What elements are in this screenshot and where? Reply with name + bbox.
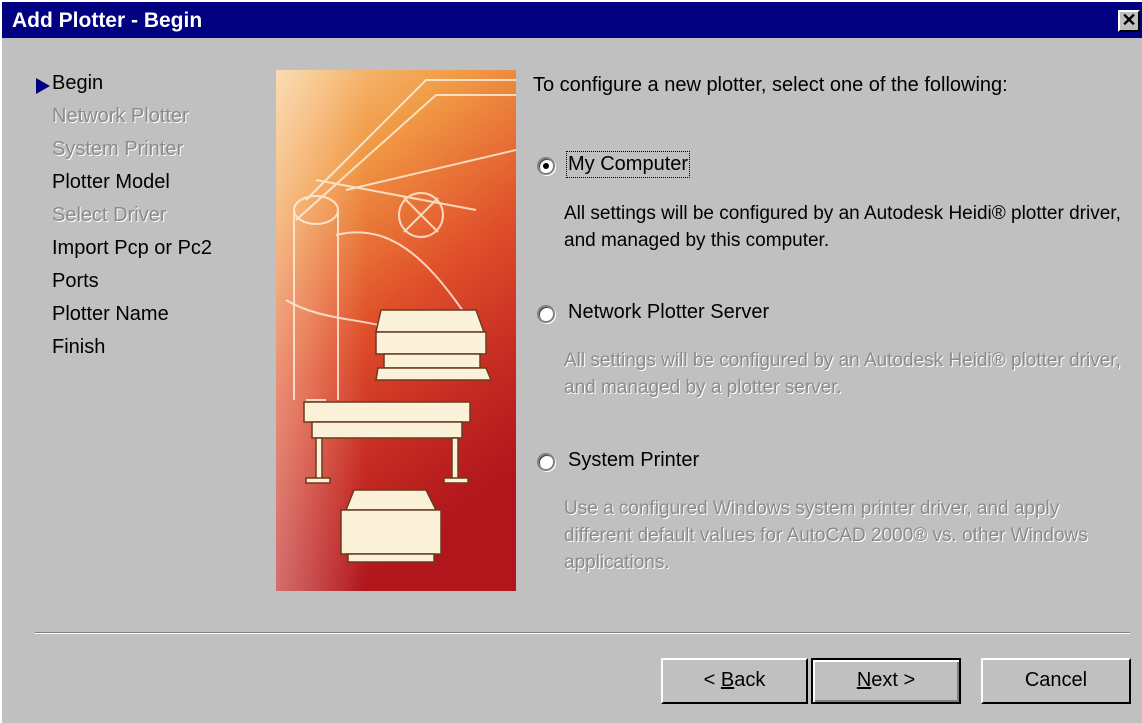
close-button[interactable]: ✕ [1118, 10, 1140, 32]
option-network-plotter-server-description: All settings will be configured by an Au… [564, 350, 1121, 398]
radio-system-printer[interactable] [537, 453, 555, 471]
option-system-printer-label[interactable]: System Printer [568, 449, 699, 472]
option-my-computer-label[interactable]: My Computer [565, 151, 691, 178]
separator-line [35, 632, 1130, 634]
close-icon: ✕ [1121, 10, 1137, 30]
option-network-plotter-server-label[interactable]: Network Plotter Server [568, 301, 769, 324]
radio-my-computer[interactable] [537, 157, 555, 175]
plotter-illustration [276, 70, 516, 591]
option-system-printer-description: Use a configured Windows system printer … [564, 498, 1088, 573]
add-plotter-dialog: Add Plotter - Begin ✕ Begin Network Plot… [0, 0, 1142, 723]
back-button[interactable]: < Back [661, 658, 808, 704]
radio-network-plotter-server[interactable] [537, 305, 555, 323]
arrow-right-icon [36, 78, 50, 94]
window-title: Add Plotter - Begin [12, 9, 203, 32]
title-bar[interactable]: Add Plotter - Begin ✕ [2, 2, 1142, 38]
option-my-computer-description: All settings will be configured by an Au… [564, 203, 1121, 251]
next-button[interactable]: Next > [811, 658, 961, 704]
radio-selected-dot [543, 163, 549, 169]
cancel-button[interactable]: Cancel [981, 658, 1131, 704]
instruction-heading: To configure a new plotter, select one o… [533, 74, 1008, 96]
plotter-illustration-icon [276, 70, 516, 591]
